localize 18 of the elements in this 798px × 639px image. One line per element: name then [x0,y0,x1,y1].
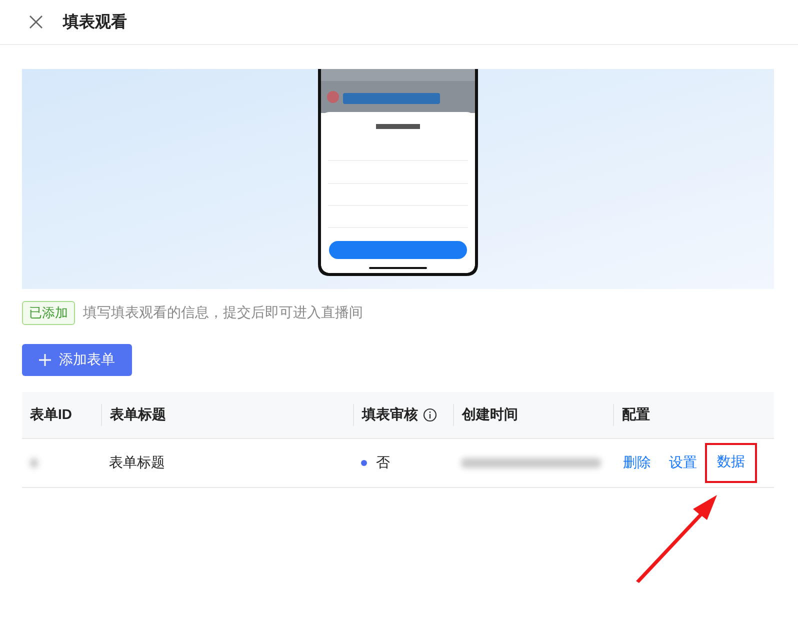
description-text: 填写填表观看的信息，提交后即可进入直播间 [83,304,363,322]
add-form-button[interactable]: 添加表单 [22,344,132,376]
table-cell: 表单标题 [109,454,165,472]
action-link[interactable]: 数据 [705,443,757,483]
action-link[interactable]: 设置 [659,442,707,484]
column-header: 创建时间 [462,406,518,424]
dialog-title: 填表观看 [63,12,127,32]
column-header: 表单ID [30,406,72,424]
action-link[interactable]: 删除 [613,442,661,484]
close-icon[interactable] [29,15,43,29]
status-dot [361,460,367,466]
column-header: 填表审核 [362,406,418,424]
column-header: 配置 [622,406,650,424]
table-cell: 否 [376,454,390,472]
column-header: 表单标题 [110,406,166,424]
plus-icon [39,354,51,366]
added-tag: 已添加 [22,301,75,325]
info-icon[interactable] [423,408,437,422]
